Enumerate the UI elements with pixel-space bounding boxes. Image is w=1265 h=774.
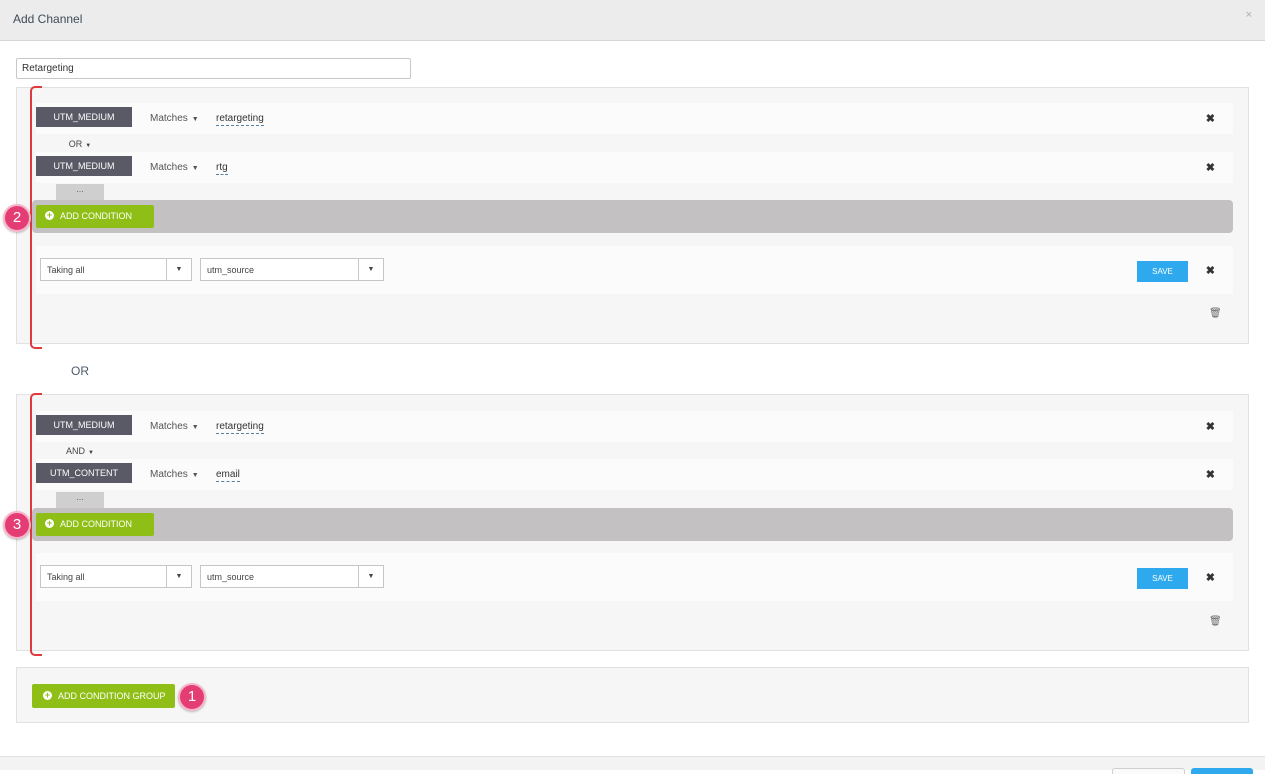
operator-label: Matches: [150, 162, 188, 173]
plus-circle-icon: +: [45, 210, 54, 221]
caret-down-icon: ▼: [88, 450, 94, 456]
logic-operator-select[interactable]: AND ▼: [56, 444, 104, 458]
modal-header: Add Channel ×: [0, 0, 1265, 41]
close-icon[interactable]: ×: [1246, 9, 1252, 21]
remove-output-icon[interactable]: ✖: [1206, 571, 1215, 584]
add-condition-button[interactable]: + ADD CONDITION: [36, 205, 154, 228]
caret-down-icon: ▼: [85, 143, 92, 149]
modal-title: Add Channel: [13, 12, 83, 26]
source-select[interactable]: utm_source ▼: [200, 258, 384, 281]
condition-value[interactable]: rtg: [216, 162, 228, 175]
more-button[interactable]: ...: [56, 184, 104, 200]
condition-row: UTM_MEDIUM Matches ▼ retargeting ✖: [36, 103, 1233, 134]
operator-select[interactable]: Matches ▼: [150, 469, 199, 480]
caret-down-icon[interactable]: ▼: [358, 566, 383, 587]
caret-down-icon[interactable]: ▼: [166, 566, 191, 587]
trash-icon[interactable]: 🗑: [1209, 616, 1222, 627]
output-row: Taking all ▼ utm_source ▼ SAVE ✖: [36, 246, 1233, 294]
trash-icon[interactable]: 🗑: [1209, 308, 1222, 319]
condition-value[interactable]: retargeting: [216, 113, 264, 126]
condition-field-tag[interactable]: UTM_MEDIUM: [36, 107, 132, 127]
source-select[interactable]: utm_source ▼: [200, 565, 384, 588]
condition-row: UTM_MEDIUM Matches ▼ rtg ✖: [36, 152, 1233, 183]
condition-field-tag[interactable]: UTM_MEDIUM: [36, 415, 132, 435]
caret-down-icon[interactable]: ▼: [358, 259, 383, 280]
group-separator: OR: [71, 364, 89, 378]
taking-select[interactable]: Taking all ▼: [40, 565, 192, 588]
step-badge-3: 3: [3, 511, 31, 539]
caret-down-icon[interactable]: ▼: [166, 259, 191, 280]
add-condition-bar: + ADD CONDITION: [32, 200, 1233, 233]
taking-label: Taking all: [47, 265, 85, 275]
logic-operator-select[interactable]: OR ▼: [56, 137, 104, 151]
cancel-button[interactable]: [1112, 768, 1185, 774]
submit-button[interactable]: [1191, 768, 1253, 774]
operator-select[interactable]: Matches ▼: [150, 113, 199, 124]
add-condition-group-button[interactable]: + ADD CONDITION GROUP: [32, 684, 175, 708]
caret-down-icon: ▼: [191, 424, 199, 431]
logic-label: AND: [66, 446, 86, 456]
plus-circle-icon: +: [45, 518, 54, 529]
add-condition-label: ADD CONDITION: [60, 519, 132, 529]
modal-footer: [0, 756, 1265, 774]
operator-select[interactable]: Matches ▼: [150, 421, 199, 432]
output-row: Taking all ▼ utm_source ▼ SAVE ✖: [36, 553, 1233, 601]
step-badge-1: 1: [178, 683, 206, 711]
add-group-label: ADD CONDITION GROUP: [58, 691, 166, 701]
add-condition-label: ADD CONDITION: [60, 211, 132, 221]
condition-value[interactable]: retargeting: [216, 421, 264, 434]
add-condition-bar: + ADD CONDITION: [32, 508, 1233, 541]
taking-select[interactable]: Taking all ▼: [40, 258, 192, 281]
save-button[interactable]: SAVE: [1137, 261, 1188, 282]
taking-label: Taking all: [47, 572, 85, 582]
remove-condition-icon[interactable]: ✖: [1206, 161, 1215, 174]
channel-name-input[interactable]: [16, 58, 411, 79]
remove-condition-icon[interactable]: ✖: [1206, 468, 1215, 481]
condition-value[interactable]: email: [216, 469, 240, 482]
caret-down-icon: ▼: [191, 116, 199, 123]
caret-down-icon: ▼: [191, 472, 199, 479]
logic-label: OR: [68, 139, 83, 149]
operator-select[interactable]: Matches ▼: [150, 162, 199, 173]
plus-circle-icon: +: [43, 690, 52, 701]
step-badge-2: 2: [3, 204, 31, 232]
remove-output-icon[interactable]: ✖: [1206, 264, 1215, 277]
more-button[interactable]: ...: [56, 492, 104, 508]
condition-field-tag[interactable]: UTM_MEDIUM: [36, 156, 132, 176]
source-label: utm_source: [207, 265, 255, 275]
caret-down-icon: ▼: [191, 165, 199, 172]
condition-row: UTM_MEDIUM Matches ▼ retargeting ✖: [36, 411, 1233, 442]
add-condition-button[interactable]: + ADD CONDITION: [36, 513, 154, 536]
source-label: utm_source: [207, 572, 255, 582]
condition-field-tag[interactable]: UTM_CONTENT: [36, 463, 132, 483]
operator-label: Matches: [150, 113, 188, 124]
save-button[interactable]: SAVE: [1137, 568, 1188, 589]
condition-row: UTM_CONTENT Matches ▼ email ✖: [36, 459, 1233, 490]
remove-condition-icon[interactable]: ✖: [1206, 112, 1215, 125]
operator-label: Matches: [150, 469, 188, 480]
remove-condition-icon[interactable]: ✖: [1206, 420, 1215, 433]
operator-label: Matches: [150, 421, 188, 432]
